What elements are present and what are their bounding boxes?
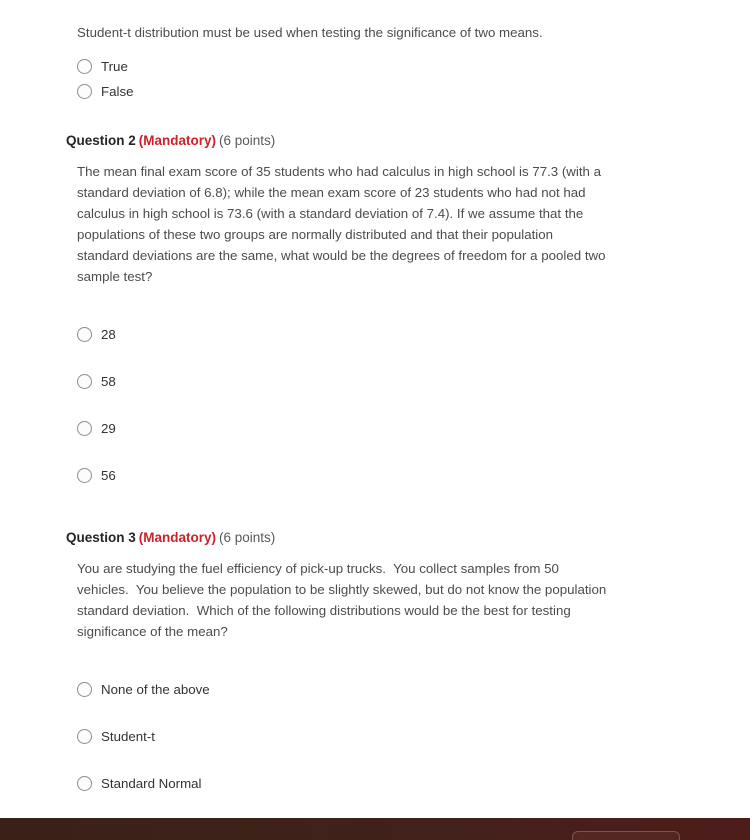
option-label: Student-t	[101, 729, 155, 745]
radio-button-icon[interactable]	[77, 327, 92, 343]
question-3-points: (6 points)	[219, 530, 276, 546]
option-row[interactable]: 28	[77, 311, 720, 358]
question-block-2: Question 2 (Mandatory) (6 points) The mean…	[0, 104, 750, 499]
option-label: True	[101, 58, 128, 74]
option-label: 56	[101, 468, 116, 484]
question-block-intro: Student-t distribution must be used when…	[0, 0, 750, 104]
question-2-options: 28 58 29 56	[66, 311, 720, 499]
question-2-heading: Question 2 (Mandatory) (6 points)	[66, 133, 720, 149]
option-row[interactable]: 58	[77, 358, 720, 405]
option-row[interactable]: False	[77, 79, 720, 104]
option-row[interactable]: None of the above	[77, 666, 720, 713]
option-label: Standard Normal	[101, 776, 202, 792]
question-2-text: The mean final exam score of 35 students…	[77, 164, 610, 285]
question-3-number: Question 3	[66, 530, 136, 546]
option-label: 58	[101, 374, 116, 390]
question-2-mandatory-badge: (Mandatory)	[138, 133, 217, 148]
radio-button-icon[interactable]	[77, 729, 92, 745]
partially-visible-button[interactable]	[572, 831, 680, 840]
option-row[interactable]: Student-t	[77, 713, 720, 760]
radio-button-icon[interactable]	[77, 374, 92, 390]
radio-button-icon[interactable]	[77, 682, 92, 698]
radio-button-icon[interactable]	[77, 468, 92, 484]
intro-options: True False	[66, 54, 720, 104]
quiz-page: Student-t distribution must be used when…	[0, 0, 750, 818]
option-row[interactable]: True	[77, 54, 720, 79]
option-row[interactable]: 29	[77, 405, 720, 452]
option-row[interactable]: Chi-squared	[77, 807, 720, 818]
question-3-text: You are studying the fuel efficiency of …	[77, 561, 610, 640]
option-label: None of the above	[101, 682, 210, 698]
radio-button-icon[interactable]	[77, 776, 92, 792]
option-label: False	[101, 83, 134, 99]
option-row[interactable]: Standard Normal	[77, 760, 720, 807]
question-2-points: (6 points)	[219, 133, 276, 148]
radio-button-icon[interactable]	[77, 421, 92, 437]
question-3-heading: Question 3 (Mandatory) (6 points)	[66, 530, 720, 546]
radio-button-icon[interactable]	[77, 59, 92, 74]
question-2-number: Question 2	[66, 133, 136, 148]
intro-question-text: Student-t distribution must be used when…	[77, 25, 543, 40]
option-label: 29	[101, 421, 116, 437]
question-block-3: Question 3 (Mandatory) (6 points) You are …	[0, 499, 750, 818]
bottom-chrome-bar	[0, 818, 750, 840]
question-3-mandatory-badge: (Mandatory)	[138, 530, 217, 546]
option-row[interactable]: 56	[77, 452, 720, 499]
radio-button-icon[interactable]	[77, 84, 92, 99]
option-label: 28	[101, 327, 116, 343]
question-3-options: None of the above Student-t Standard Nor…	[66, 666, 720, 818]
